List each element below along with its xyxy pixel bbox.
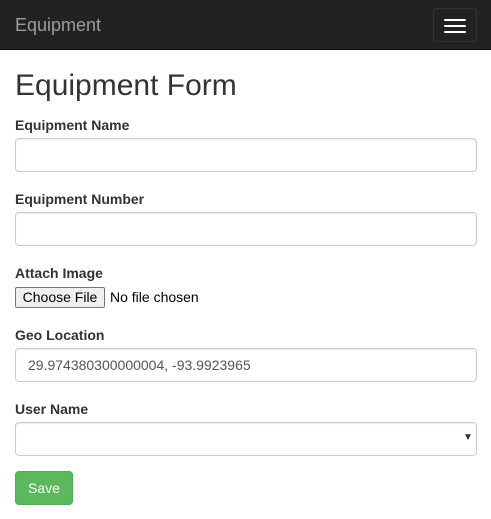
navbar-toggle-button[interactable] xyxy=(433,8,477,42)
save-button[interactable]: Save xyxy=(15,471,73,505)
equipment-number-label: Equipment Number xyxy=(15,191,145,207)
geo-location-label: Geo Location xyxy=(15,327,105,343)
geo-location-input[interactable] xyxy=(15,348,477,382)
page-title: Equipment Form xyxy=(15,69,237,102)
navbar-brand[interactable]: Equipment xyxy=(15,14,101,36)
attach-image-label: Attach Image xyxy=(15,265,103,281)
equipment-name-label: Equipment Name xyxy=(15,117,130,133)
choose-file-button[interactable]: Choose File xyxy=(15,287,105,308)
dropdown-arrow-icon: ▼ xyxy=(463,432,473,443)
navbar: Equipment xyxy=(0,0,491,50)
user-name-select[interactable] xyxy=(15,422,477,456)
file-status-text: No file chosen xyxy=(110,289,199,305)
user-name-label: User Name xyxy=(15,401,89,417)
equipment-number-input[interactable] xyxy=(15,212,477,246)
equipment-name-input[interactable] xyxy=(15,138,477,172)
